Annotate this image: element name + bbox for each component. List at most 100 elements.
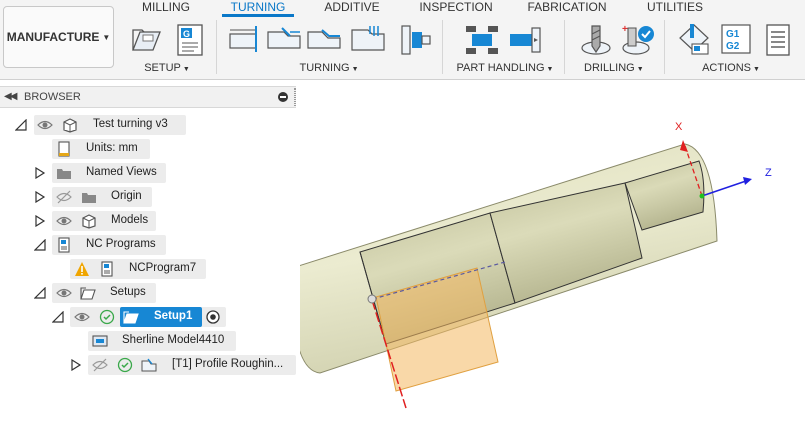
- activate-radio-icon[interactable]: [205, 309, 221, 325]
- nc-program-icon: [58, 237, 70, 253]
- svg-text:+: +: [622, 24, 628, 35]
- eye-icon[interactable]: [37, 117, 53, 133]
- stock-point-icon[interactable]: [367, 294, 377, 304]
- profile-finishing-icon[interactable]: [306, 22, 342, 58]
- collapsed-triangle-icon[interactable]: [34, 167, 46, 179]
- new-setup-icon[interactable]: [130, 22, 166, 58]
- expanded-triangle-icon[interactable]: [52, 311, 64, 323]
- component-icon: [82, 214, 96, 229]
- drilling-group-text: DRILLING: [584, 62, 635, 74]
- turning-group-label[interactable]: TURNING ▼: [296, 61, 362, 75]
- tree-node-setups[interactable]: Setups: [0, 283, 300, 303]
- bar-pull-icon[interactable]: [508, 22, 544, 58]
- tab-inspection[interactable]: INSPECTION: [418, 0, 494, 14]
- tree-node-setup1[interactable]: Setup1: [0, 307, 300, 327]
- active-tab-indicator: [222, 14, 294, 17]
- document-settings-icon: [58, 141, 70, 157]
- eye-icon[interactable]: [74, 309, 90, 325]
- browser-header: ◀◀ BROWSER: [0, 86, 296, 108]
- tree-node-machine[interactable]: Sherline Model4410: [0, 331, 300, 351]
- tab-fabrication[interactable]: FABRICATION: [525, 0, 609, 14]
- post-process-icon[interactable]: G1 G2: [718, 22, 754, 58]
- tree-node-root[interactable]: Test turning v3: [0, 115, 300, 135]
- tab-additive[interactable]: ADDITIVE: [318, 0, 386, 14]
- collapsed-triangle-icon[interactable]: [34, 215, 46, 227]
- drill-icon[interactable]: [578, 22, 614, 58]
- part-handling-group-text: PART HANDLING: [456, 62, 545, 74]
- expanded-triangle-icon[interactable]: [34, 239, 46, 251]
- expanded-triangle-icon[interactable]: [15, 119, 27, 131]
- drill-hole-recognition-icon[interactable]: +: [620, 22, 656, 58]
- warning-icon: [75, 262, 89, 276]
- tree-label-units: Units: mm: [86, 142, 138, 154]
- tree-label-setup1: Setup1: [154, 310, 193, 322]
- eye-hidden-icon[interactable]: [92, 357, 108, 373]
- drilling-group-label[interactable]: DRILLING ▼: [584, 61, 644, 75]
- tree-node-models[interactable]: Models: [0, 211, 300, 231]
- tree-node-nc-programs[interactable]: NC Programs: [0, 235, 300, 255]
- tree-node-units[interactable]: Units: mm: [0, 139, 300, 159]
- tree-label-models: Models: [111, 214, 149, 226]
- panel-grip[interactable]: [294, 88, 296, 106]
- setup-sheet-icon[interactable]: [760, 22, 796, 58]
- eye-icon[interactable]: [56, 285, 72, 301]
- workspace-label: MANUFACTURE: [6, 30, 100, 44]
- groove-icon[interactable]: [350, 22, 386, 58]
- tree-label-root: Test turning v3: [93, 118, 168, 130]
- tab-utilities[interactable]: UTILITIES: [643, 0, 707, 14]
- tab-turning[interactable]: TURNING: [222, 0, 294, 14]
- machine-icon: [92, 335, 108, 347]
- tree-label-operation: [T1] Profile Roughin...: [172, 358, 284, 370]
- tree-label-nc-programs: NC Programs: [86, 238, 156, 250]
- separator: [216, 20, 217, 74]
- expanded-triangle-icon[interactable]: [34, 287, 46, 299]
- separator: [564, 20, 565, 74]
- browser-title: BROWSER: [24, 91, 81, 103]
- toolbar: MANUFACTURE ▼ MILLING TURNING ADDITIVE I…: [0, 0, 805, 80]
- check-circle-icon: [99, 309, 115, 325]
- setup-folder-icon: [80, 287, 96, 300]
- collapsed-triangle-icon[interactable]: [70, 359, 82, 371]
- chevron-down-icon: ▼: [546, 66, 554, 73]
- setup-group-label[interactable]: SETUP ▼: [140, 61, 194, 75]
- chevron-down-icon: ▼: [636, 66, 644, 73]
- tree-node-origin[interactable]: Origin: [0, 187, 300, 207]
- eye-hidden-icon[interactable]: [56, 189, 72, 205]
- 3d-viewport[interactable]: X Z: [300, 108, 805, 423]
- collapse-panel-icon[interactable]: ◀◀: [4, 91, 17, 102]
- tree-label-ncprogram7: NCProgram7: [129, 262, 197, 274]
- chevron-down-icon: ▼: [752, 66, 760, 73]
- svg-text:G: G: [183, 29, 190, 39]
- chamfer-icon[interactable]: [398, 22, 434, 58]
- nc-program-icon: [101, 261, 113, 277]
- z-axis-label: Z: [765, 167, 772, 179]
- svg-text:G2: G2: [726, 41, 740, 52]
- eye-icon[interactable]: [56, 213, 72, 229]
- part-handling-group-label[interactable]: PART HANDLING ▼: [456, 61, 554, 75]
- collapsed-triangle-icon[interactable]: [34, 191, 46, 203]
- profile-roughing-icon[interactable]: [266, 22, 302, 58]
- part-transfer-icon[interactable]: [464, 22, 500, 58]
- fusion-manufacture-window: MANUFACTURE ▼ MILLING TURNING ADDITIVE I…: [0, 0, 805, 423]
- origin-point-icon: [699, 193, 705, 199]
- tree-node-operation[interactable]: [T1] Profile Roughin...: [0, 355, 300, 375]
- tree-label-setups: Setups: [110, 286, 146, 298]
- actions-group-label[interactable]: ACTIONS ▼: [694, 61, 768, 75]
- simulate-icon[interactable]: [676, 22, 712, 58]
- separator: [442, 20, 443, 74]
- tree-label-named-views: Named Views: [86, 166, 157, 178]
- folder-icon: [57, 169, 71, 179]
- workspace-switcher[interactable]: MANUFACTURE ▼: [3, 6, 114, 68]
- tree-node-ncprogram7[interactable]: NCProgram7: [0, 259, 300, 279]
- tab-milling[interactable]: MILLING: [135, 0, 197, 14]
- tree-label-origin: Origin: [111, 190, 142, 202]
- tree-node-named-views[interactable]: Named Views: [0, 163, 300, 183]
- svg-text:G1: G1: [726, 29, 740, 40]
- x-axis-label: X: [675, 121, 683, 133]
- separator: [664, 20, 665, 74]
- face-icon[interactable]: [226, 22, 262, 58]
- minimize-icon[interactable]: [278, 92, 288, 102]
- nc-program-icon[interactable]: G: [172, 22, 208, 58]
- check-circle-icon: [117, 357, 133, 373]
- profile-roughing-icon: [141, 358, 157, 372]
